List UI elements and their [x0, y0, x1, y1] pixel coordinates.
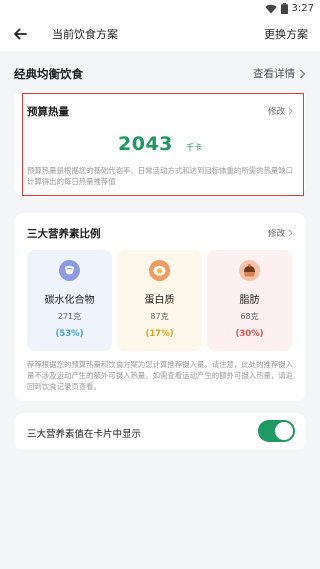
battery-icon	[280, 3, 288, 14]
display-toggle-switch[interactable]	[258, 420, 295, 442]
budget-description: 预算热量是根据您的基础代谢率、日常活动方式和达到目标体重的所需的热量缺口计算得出…	[27, 166, 294, 186]
macro-grams: 87克	[150, 312, 169, 321]
macros-modify-button[interactable]: 修改	[268, 227, 293, 239]
macros-label: 三大营养素比例	[27, 228, 101, 240]
chevron-right-icon	[288, 229, 293, 237]
egg-icon	[149, 260, 170, 281]
macros-modify-label: 修改	[267, 229, 285, 239]
macro-grams: 68克	[240, 312, 259, 321]
macro-card-carbs: 碳水化合物 271克 (53%)	[27, 250, 112, 351]
macro-percent: (53%)	[55, 329, 84, 339]
view-details-link[interactable]: 查看详情	[253, 66, 306, 81]
page-title: 当前饮食方案	[52, 28, 118, 41]
shield-carb-icon	[59, 260, 80, 281]
app-bar: 当前饮食方案 更换方案	[0, 17, 320, 51]
macro-grams: 271克	[57, 312, 82, 321]
status-icons: 3:27	[264, 2, 314, 15]
chevron-right-icon	[288, 107, 293, 115]
status-bar: 3:27	[0, 0, 320, 17]
switch-plan-button[interactable]: 更换方案	[264, 26, 308, 42]
view-details-label: 查看详情	[253, 68, 295, 80]
macro-percent: (30%)	[235, 329, 264, 339]
macro-name: 脂肪	[239, 295, 260, 306]
macro-percent: (17%)	[145, 329, 174, 339]
status-time: 3:27	[291, 3, 314, 14]
display-toggle-label: 三大营养素值在卡片中显示	[27, 429, 142, 440]
plan-name: 经典均衡饮食	[14, 67, 83, 81]
wifi-icon	[264, 4, 277, 13]
macro-name: 碳水化合物	[44, 295, 95, 306]
toggle-knob	[275, 422, 293, 440]
budget-value-row: 2043 千卡	[0, 133, 320, 155]
budget-label: 预算热量	[27, 106, 69, 118]
cake-icon	[239, 260, 260, 281]
budget-modify-button[interactable]: 修改	[268, 105, 293, 117]
macro-card-protein: 蛋白质 87克 (17%)	[117, 250, 202, 351]
budget-kcal-unit: 千卡	[185, 143, 202, 152]
macro-card-fat: 脂肪 68克 (30%)	[207, 250, 292, 351]
back-arrow-icon[interactable]	[12, 26, 28, 42]
macros-description: 荐荐根据您的预算热量和饮食方案为您计算推荐摄入量。请注意，此处的推荐摄入量不涉及…	[27, 360, 294, 391]
budget-modify-label: 修改	[267, 107, 285, 117]
chevron-right-icon	[300, 69, 306, 78]
macro-name: 蛋白质	[144, 295, 175, 306]
budget-kcal-value: 2043	[118, 133, 173, 155]
